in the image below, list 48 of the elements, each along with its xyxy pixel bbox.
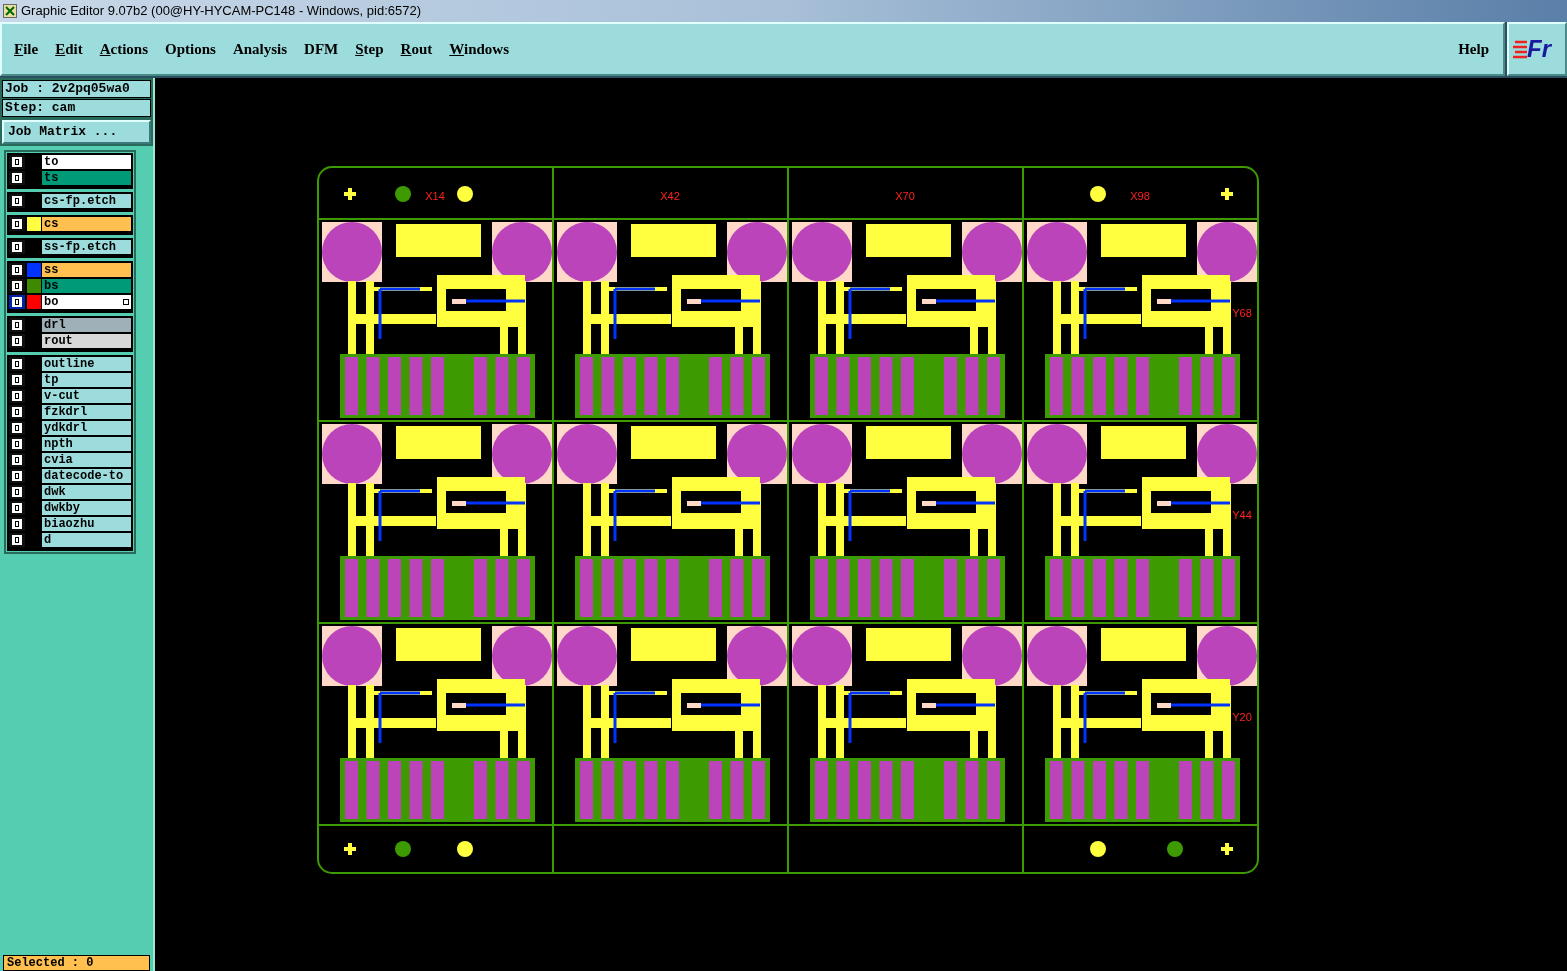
menu-item[interactable]: Step — [355, 37, 384, 61]
step-name: Step: cam — [2, 99, 151, 117]
layer-name[interactable]: v-cut — [42, 389, 131, 403]
speed-lines-icon — [1513, 39, 1527, 59]
menu-item[interactable]: Rout — [400, 37, 433, 61]
menu-item[interactable]: File — [14, 37, 39, 61]
layer-name[interactable]: biaozhu — [42, 517, 131, 531]
layer-name[interactable]: cs — [42, 217, 131, 231]
layer-name[interactable]: cs-fp.etch — [42, 194, 131, 208]
app-icon — [3, 4, 17, 18]
board-label: Y68 — [1232, 307, 1252, 319]
menu-item[interactable]: Analysis — [232, 37, 288, 61]
layer-name[interactable]: d — [42, 533, 131, 547]
layer-name[interactable]: ss-fp.etch — [42, 240, 131, 254]
layer-name[interactable]: bo — [42, 295, 131, 309]
board-label: X42 — [660, 190, 680, 202]
menu-item[interactable]: Actions — [99, 37, 149, 61]
board-label: X70 — [895, 190, 915, 202]
layer-name[interactable]: bs — [42, 279, 131, 293]
layer-name[interactable]: ydkdrl — [42, 421, 131, 435]
board-label: X14 — [425, 190, 445, 202]
help-menu[interactable]: Help — [1458, 37, 1489, 61]
job-matrix-button[interactable]: Job Matrix ... — [2, 120, 151, 144]
board-label: Y20 — [1232, 711, 1252, 723]
layer-name[interactable]: ss — [42, 263, 131, 277]
layer-name[interactable]: ts — [42, 171, 131, 185]
menu-item[interactable]: Edit — [55, 37, 83, 61]
layer-name[interactable]: dwk — [42, 485, 131, 499]
expand-icon[interactable] — [123, 299, 129, 305]
menu-item[interactable]: Windows — [449, 37, 510, 61]
logo-text: Fr — [1527, 37, 1551, 61]
layer-name[interactable]: outline — [42, 357, 131, 371]
layer-name[interactable]: fzkdrl — [42, 405, 131, 419]
menu-item[interactable]: DFM — [304, 37, 339, 61]
selected-count: Selected : 0 — [3, 955, 150, 971]
layer-name[interactable]: cvia — [42, 453, 131, 467]
layer-name[interactable]: dwkby — [42, 501, 131, 515]
board-label: X98 — [1130, 190, 1150, 202]
window-title: Graphic Editor 9.07b2 (00@HY-HYCAM-PC148 - Windows, pid:6572) — [21, 2, 421, 21]
layer-name[interactable]: datecode-to — [42, 469, 131, 483]
layer-name[interactable]: rout — [42, 334, 131, 348]
layer-name[interactable]: tp — [42, 373, 131, 387]
layer-name[interactable]: npth — [42, 437, 131, 451]
layer-name[interactable]: drl — [42, 318, 131, 332]
layer-name[interactable]: to — [42, 155, 131, 169]
board-label: Y44 — [1232, 509, 1252, 521]
menu-item[interactable]: Options — [165, 37, 216, 61]
job-name: Job : 2v2pq05wa0 — [2, 80, 151, 98]
